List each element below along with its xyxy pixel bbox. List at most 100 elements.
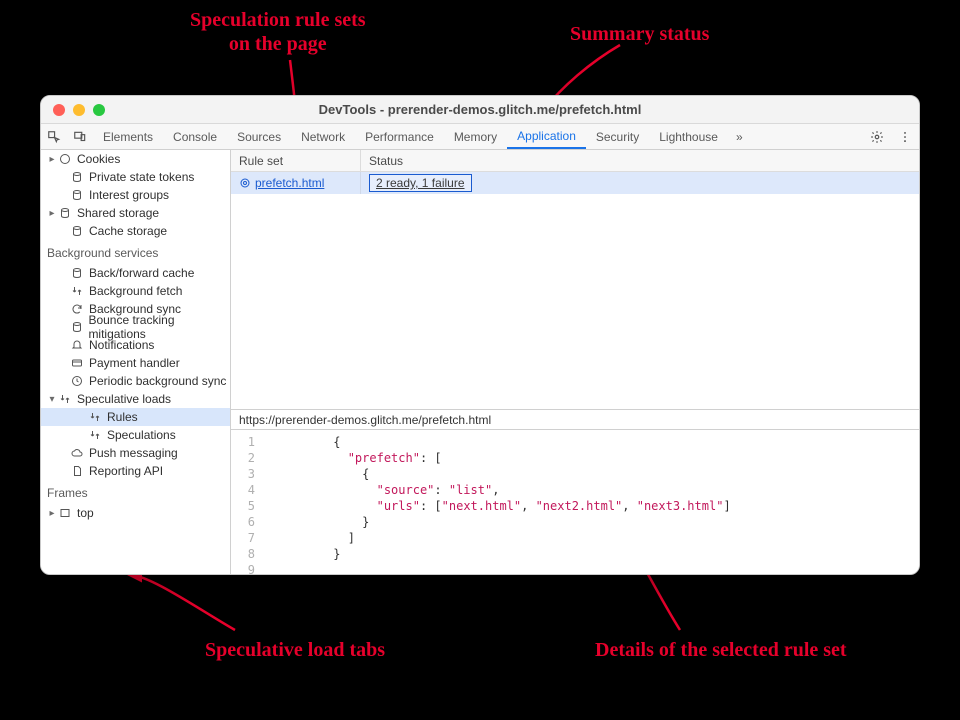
tab-console[interactable]: Console [163,124,227,149]
device-toggle-icon[interactable] [67,124,93,149]
bell-icon [69,339,85,351]
sidebar-item-back-forward-cache[interactable]: Back/forward cache [41,264,230,282]
devtools-body: ▸ Cookies Private state tokens Interest … [41,150,919,574]
sidebar-item-push-messaging[interactable]: Push messaging [41,444,230,462]
json-string: "next3.html" [637,499,724,513]
tab-application[interactable]: Application [507,124,586,149]
annotation-speculative-tabs: Speculative load tabs [205,638,385,662]
window-title: DevTools - prerender-demos.glitch.me/pre… [41,102,919,117]
annotation-rule-sets: Speculation rule sets on the page [190,8,366,56]
column-header-status[interactable]: Status [361,150,919,171]
json-key: "prefetch" [348,451,420,465]
sidebar-label: Cache storage [89,224,167,238]
ruleset-link-label: prefetch.html [255,176,324,190]
sidebar-label: Background fetch [89,284,182,298]
sidebar-label: Rules [107,410,138,424]
code-viewer: 1 2 3 4 5 6 7 8 9 { "prefetch": [ { "sou… [231,430,919,574]
fetch-arrows-icon [57,393,73,405]
ruleset-table: Rule set Status prefetch.html 2 ready, 1… [231,150,919,410]
expand-triangle-icon: ▾ [47,394,57,405]
sidebar-label: Private state tokens [89,170,194,184]
sidebar-item-frame-top[interactable]: ▸ top [41,504,230,522]
status-badge[interactable]: 2 ready, 1 failure [369,174,472,192]
target-icon [239,177,251,189]
sidebar-item-speculations[interactable]: Speculations [41,426,230,444]
devtools-tabstrip: Elements Console Sources Network Perform… [41,124,919,150]
application-sidebar: ▸ Cookies Private state tokens Interest … [41,150,231,574]
credit-card-icon [69,357,85,369]
minimize-window-button[interactable] [73,104,85,116]
cloud-icon [69,447,85,459]
json-string: "next.html" [442,499,521,513]
database-icon [69,171,85,183]
sidebar-item-bounce-tracking[interactable]: Bounce tracking mitigations [41,318,230,336]
database-icon [69,225,85,237]
sidebar-item-interest-groups[interactable]: Interest groups [41,186,230,204]
traffic-lights [41,104,105,116]
annotation-details: Details of the selected rule set [595,638,847,662]
cell-ruleset-name[interactable]: prefetch.html [231,172,361,194]
table-head: Rule set Status [231,150,919,172]
json-key: "urls" [377,499,420,513]
database-icon [57,207,73,219]
sidebar-item-cache-storage[interactable]: Cache storage [41,222,230,240]
json-string: "next2.html" [536,499,623,513]
sidebar-label: Periodic background sync [89,374,226,388]
detail-url-bar: https://prerender-demos.glitch.me/prefet… [231,410,919,430]
column-header-ruleset[interactable]: Rule set [231,150,361,171]
sidebar-label: Back/forward cache [89,266,194,280]
tab-network[interactable]: Network [291,124,355,149]
sidebar-label: top [77,506,94,520]
tab-performance[interactable]: Performance [355,124,444,149]
expand-triangle-icon: ▸ [47,208,57,219]
fetch-arrows-icon [69,285,85,297]
tab-lighthouse[interactable]: Lighthouse [649,124,728,149]
database-icon [69,321,84,333]
sidebar-label: Cookies [77,152,120,166]
devtools-window: DevTools - prerender-demos.glitch.me/pre… [40,95,920,575]
annotation-summary-status: Summary status [570,22,709,46]
sidebar-item-shared-storage[interactable]: ▸ Shared storage [41,204,230,222]
sidebar-item-rules[interactable]: Rules [41,408,230,426]
maximize-window-button[interactable] [93,104,105,116]
sidebar-label: Interest groups [89,188,169,202]
tab-overflow-button[interactable]: » [728,124,751,149]
close-window-button[interactable] [53,104,65,116]
sidebar-item-background-fetch[interactable]: Background fetch [41,282,230,300]
expand-triangle-icon: ▸ [47,508,57,519]
sidebar-label: Notifications [89,338,154,352]
clock-icon [69,375,85,387]
sidebar-label: Payment handler [89,356,180,370]
kebab-menu-icon[interactable] [891,124,919,149]
sidebar-item-private-state-tokens[interactable]: Private state tokens [41,168,230,186]
document-icon [69,465,85,477]
database-icon [69,267,85,279]
sidebar-item-reporting-api[interactable]: Reporting API [41,462,230,480]
table-row[interactable]: prefetch.html 2 ready, 1 failure [231,172,919,194]
tab-elements[interactable]: Elements [93,124,163,149]
tab-memory[interactable]: Memory [444,124,507,149]
sidebar-label: Bounce tracking mitigations [88,313,230,341]
fetch-arrows-icon [87,411,103,423]
window-titlebar: DevTools - prerender-demos.glitch.me/pre… [41,96,919,124]
cell-status[interactable]: 2 ready, 1 failure [361,172,919,194]
sidebar-item-speculative-loads[interactable]: ▾ Speculative loads [41,390,230,408]
json-key: "source" [377,483,435,497]
inspect-element-icon[interactable] [41,124,67,149]
sidebar-item-payment-handler[interactable]: Payment handler [41,354,230,372]
main-content: Rule set Status prefetch.html 2 ready, 1… [231,150,919,574]
sidebar-label: Speculative loads [77,392,171,406]
sidebar-item-periodic-sync[interactable]: Periodic background sync [41,372,230,390]
tab-sources[interactable]: Sources [227,124,291,149]
expand-triangle-icon: ▸ [47,154,57,165]
settings-gear-icon[interactable] [863,124,891,149]
tab-security[interactable]: Security [586,124,649,149]
sidebar-item-cookies[interactable]: ▸ Cookies [41,150,230,168]
json-string: "list" [449,483,492,497]
sidebar-section-background-services: Background services [41,240,230,264]
sidebar-label: Push messaging [89,446,178,460]
frame-icon [57,507,73,519]
sidebar-section-frames: Frames [41,480,230,504]
code-content[interactable]: { "prefetch": [ { "source": "list", "url… [261,430,919,574]
cookies-icon [57,153,73,165]
